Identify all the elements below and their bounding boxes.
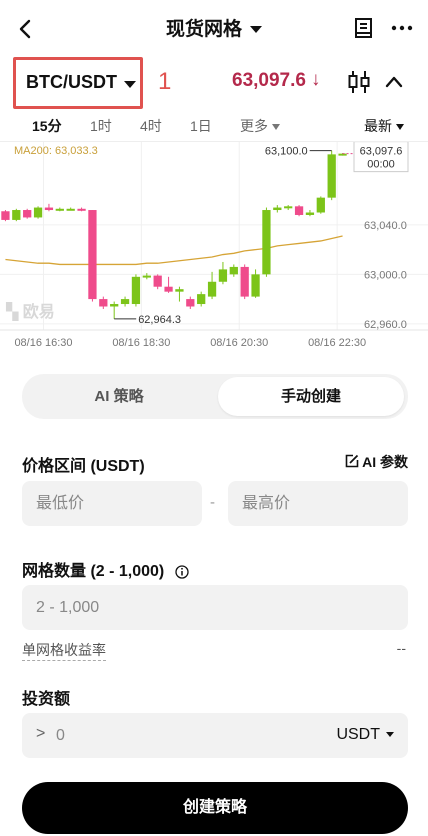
price-range-label: 价格区间 (USDT) bbox=[22, 458, 145, 475]
candle-body bbox=[12, 210, 21, 220]
low-annotation: 62,964.3 bbox=[138, 314, 181, 326]
candle-body bbox=[186, 299, 195, 307]
candle-body bbox=[240, 266, 249, 297]
candle-body bbox=[66, 208, 75, 211]
caret-down-icon bbox=[396, 124, 404, 131]
timeframe-15m[interactable]: 15分 bbox=[32, 116, 62, 136]
candle-body bbox=[99, 299, 108, 307]
candle-body bbox=[33, 207, 43, 218]
candle-body bbox=[197, 294, 206, 305]
max-price-input[interactable] bbox=[228, 481, 408, 526]
latest-label: 最新 bbox=[364, 118, 392, 134]
exchange-watermark: ▚ 欧易 bbox=[6, 304, 55, 321]
candle-body bbox=[164, 286, 173, 292]
strategy-mode-toggle: AI 策略 手动创建 bbox=[22, 374, 408, 419]
create-strategy-button[interactable]: 创建策略 bbox=[22, 782, 408, 834]
ai-params-link[interactable]: AI 参数 bbox=[345, 452, 408, 472]
candle-body bbox=[131, 276, 141, 305]
timeframe-1d[interactable]: 1日 bbox=[190, 116, 212, 136]
ai-params-label: AI 参数 bbox=[362, 454, 408, 470]
x-tick-label: 08/16 16:30 bbox=[14, 337, 72, 349]
chevron-down-icon bbox=[250, 26, 262, 34]
top-bar: 现货网格 bbox=[0, 0, 428, 56]
y-tick-label: 63,000.0 bbox=[364, 269, 407, 281]
candle-body bbox=[23, 210, 32, 218]
candle-body bbox=[207, 281, 217, 297]
info-icon[interactable] bbox=[175, 565, 189, 579]
candle-body bbox=[55, 208, 64, 211]
candle-body bbox=[229, 266, 238, 275]
last-price: 63,097.6 bbox=[232, 70, 306, 91]
pair-selector[interactable]: BTC/USDT bbox=[13, 57, 143, 109]
countdown-label: 00:00 bbox=[367, 159, 395, 171]
candle-body bbox=[294, 206, 304, 215]
investment-label: 投资额 bbox=[22, 691, 71, 708]
caret-down-icon bbox=[124, 81, 136, 88]
chevron-up-icon[interactable] bbox=[384, 72, 404, 92]
timeframe-4h[interactable]: 4时 bbox=[140, 116, 162, 136]
candle-body bbox=[175, 289, 184, 292]
y-tick-label: 62,960.0 bbox=[364, 319, 407, 331]
investment-field[interactable]: > USDT bbox=[22, 713, 408, 758]
candle-body bbox=[218, 269, 228, 282]
pair-row: BTC/USDT 1 63,097.6 ↓ bbox=[0, 56, 428, 109]
per-grid-yield-label[interactable]: 单网格收益率 bbox=[22, 640, 106, 661]
per-grid-yield-value: -- bbox=[396, 640, 406, 656]
edit-icon bbox=[345, 454, 359, 468]
latest-selector[interactable]: 最新 bbox=[364, 116, 404, 136]
grid-count-label: 网格数量 (2 - 1,000) bbox=[22, 563, 165, 580]
candle-body bbox=[316, 197, 325, 213]
candle-body bbox=[251, 274, 260, 297]
candle-body bbox=[284, 206, 293, 209]
manual-create-tab[interactable]: 手动创建 bbox=[218, 377, 404, 416]
candle-body bbox=[88, 210, 97, 300]
currency-selector[interactable]: USDT bbox=[336, 726, 394, 744]
max-price-field[interactable] bbox=[228, 481, 408, 526]
timeframe-bar: 15分 1时 4时 1日 更多 最新 bbox=[0, 108, 428, 142]
candle-body bbox=[153, 275, 162, 287]
grid-count-input[interactable] bbox=[22, 585, 408, 630]
min-price-field[interactable] bbox=[22, 481, 202, 526]
candle-body bbox=[305, 212, 315, 215]
candlestick-icon[interactable] bbox=[347, 69, 371, 95]
last-price-tag-label: 63,097.6 bbox=[360, 146, 403, 158]
high-annotation: 63,100.0 bbox=[265, 146, 308, 158]
candle-body bbox=[142, 275, 151, 278]
timeframe-more-label: 更多 bbox=[240, 118, 268, 134]
candle-body bbox=[44, 207, 54, 211]
price-down-arrow-icon: ↓ bbox=[311, 69, 321, 90]
candle-body bbox=[327, 154, 336, 198]
timeframe-more[interactable]: 更多 bbox=[240, 116, 280, 136]
more-options-icon[interactable] bbox=[390, 16, 414, 40]
currency-label: USDT bbox=[336, 726, 380, 743]
pair-label: BTC/USDT bbox=[26, 72, 117, 92]
timeframe-1h[interactable]: 1时 bbox=[90, 116, 112, 136]
kline-chart-svg: 63,040.0 63,000.0 62,960.0 08/16 16:30 08/16… bbox=[0, 141, 428, 349]
page-title: 现货网格 bbox=[165, 19, 242, 40]
document-icon[interactable] bbox=[352, 16, 376, 40]
caret-down-icon bbox=[272, 124, 280, 131]
x-tick-label: 08/16 22:30 bbox=[308, 337, 366, 349]
kline-chart[interactable]: 63,040.0 63,000.0 62,960.0 08/16 16:30 08/16… bbox=[0, 141, 428, 352]
annotation-number: 1 bbox=[158, 68, 172, 95]
ma200-line bbox=[5, 235, 343, 266]
candle-body bbox=[262, 210, 271, 275]
candle-body bbox=[273, 207, 282, 211]
y-tick-label: 63,040.0 bbox=[364, 220, 407, 232]
watermark-text: 欧易 bbox=[22, 304, 55, 321]
ai-strategy-tab[interactable]: AI 策略 bbox=[26, 377, 212, 416]
range-separator: - bbox=[210, 494, 215, 511]
investment-prefix: > bbox=[36, 725, 46, 742]
candle-body bbox=[1, 211, 10, 220]
grid-count-field[interactable] bbox=[22, 585, 408, 630]
min-price-input[interactable] bbox=[22, 481, 202, 526]
candle-body bbox=[120, 299, 130, 305]
candle-body bbox=[110, 304, 119, 307]
ma200-label: MA200: 63,033.3 bbox=[14, 145, 98, 157]
x-tick-label: 08/16 18:30 bbox=[112, 337, 170, 349]
caret-down-icon bbox=[386, 732, 394, 738]
grid-count-label-row: 网格数量 (2 - 1,000) bbox=[22, 557, 189, 581]
x-tick-label: 08/16 20:30 bbox=[210, 337, 268, 349]
candle-body bbox=[77, 208, 86, 211]
